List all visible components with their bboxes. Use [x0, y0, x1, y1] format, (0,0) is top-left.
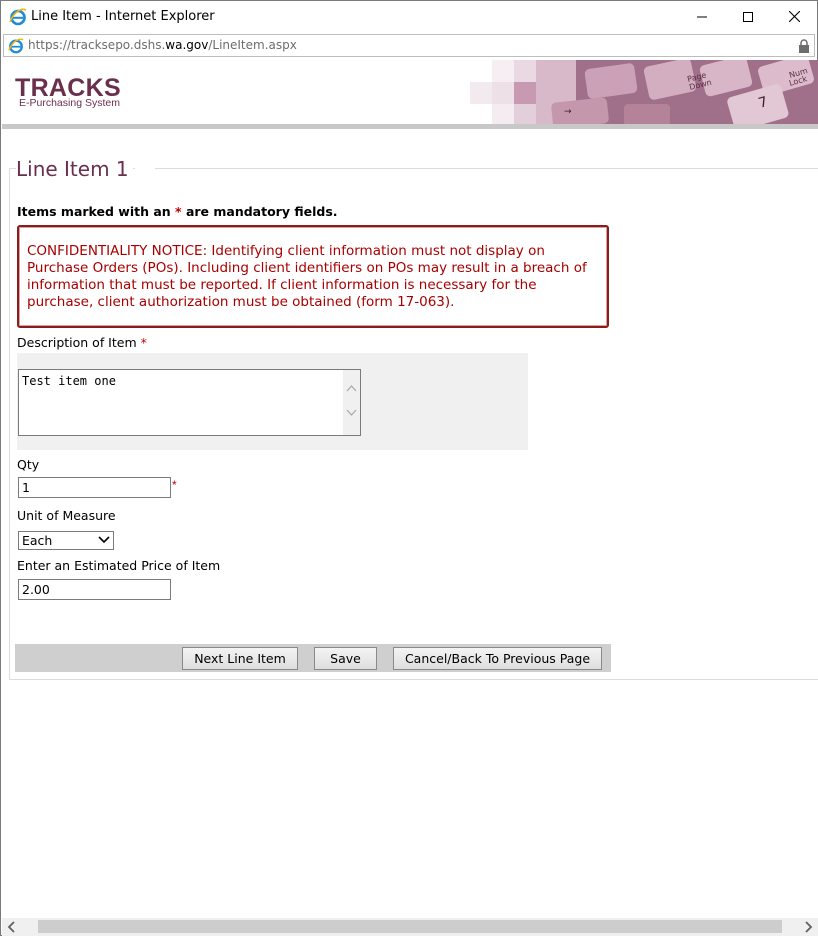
window-title: Line Item - Internet Explorer: [31, 9, 215, 24]
page-content: TRACKS E-Purchasing System Page Down Num…: [2, 60, 818, 918]
description-label: Description of Item *: [17, 335, 147, 350]
url-prefix: https://tracksepo.dshs.: [28, 38, 166, 52]
logo-subtitle: E-Purchasing System: [19, 97, 120, 109]
internet-explorer-icon: [9, 8, 27, 26]
price-input[interactable]: [18, 579, 171, 600]
maximize-icon: [743, 11, 753, 22]
svg-text:→: →: [564, 107, 572, 117]
mandatory-note-prefix: Items marked with an: [17, 204, 176, 219]
unit-of-measure-value: Each: [22, 533, 53, 548]
mandatory-note-suffix: are mandatory fields.: [181, 204, 338, 219]
url-domain: wa.gov: [165, 38, 209, 52]
save-button[interactable]: Save: [314, 647, 377, 670]
description-textarea[interactable]: Test item one: [18, 369, 361, 436]
description-label-text: Description of Item: [17, 335, 137, 350]
scroll-left-icon[interactable]: [6, 921, 18, 933]
close-icon: [788, 11, 800, 22]
unit-of-measure-label: Unit of Measure: [17, 508, 116, 523]
action-bar: Next Line Item Save Cancel/Back To Previ…: [15, 644, 611, 672]
close-button[interactable]: [771, 1, 817, 32]
mandatory-note: Items marked with an * are mandatory fie…: [17, 204, 338, 219]
description-scrollbar[interactable]: [343, 370, 360, 435]
url-text[interactable]: https://tracksepo.dshs.wa.gov/LineItem.a…: [28, 38, 297, 52]
qty-label: Qty: [17, 457, 40, 472]
price-label: Enter an Estimated Price of Item: [17, 558, 221, 573]
browser-window: Line Item - Internet Explorer https://tr…: [0, 0, 818, 936]
minimize-icon: [697, 16, 707, 17]
title-bar[interactable]: Line Item - Internet Explorer: [1, 1, 817, 32]
banner-divider: [2, 124, 818, 129]
cancel-back-button[interactable]: Cancel/Back To Previous Page: [393, 647, 602, 670]
legend-gap: [135, 167, 155, 171]
url-path: /LineItem.aspx: [208, 38, 297, 52]
required-star: *: [140, 335, 147, 350]
qty-input[interactable]: [18, 477, 171, 498]
maximize-button[interactable]: [725, 1, 771, 32]
minimize-button[interactable]: [679, 1, 725, 32]
page-title: Line Item 1: [16, 157, 133, 181]
confidentiality-notice: CONFIDENTIALITY NOTICE: Identifying clie…: [17, 225, 609, 328]
scroll-right-icon[interactable]: [802, 921, 814, 933]
chevron-down-icon: [98, 536, 110, 544]
header-banner: TRACKS E-Purchasing System Page Down Num…: [2, 60, 818, 129]
scrollbar-thumb[interactable]: [38, 920, 782, 933]
address-bar[interactable]: https://tracksepo.dshs.wa.gov/LineItem.a…: [3, 34, 815, 57]
keyboard-banner-image: Page Down Num Lock 7 →: [468, 60, 818, 125]
unit-of-measure-select[interactable]: Each: [18, 531, 114, 550]
lock-icon[interactable]: [798, 39, 810, 53]
qty-required-star: *: [172, 478, 177, 492]
next-line-item-button[interactable]: Next Line Item: [182, 647, 298, 670]
horizontal-scrollbar[interactable]: [2, 918, 818, 936]
internet-explorer-icon: [8, 38, 24, 54]
